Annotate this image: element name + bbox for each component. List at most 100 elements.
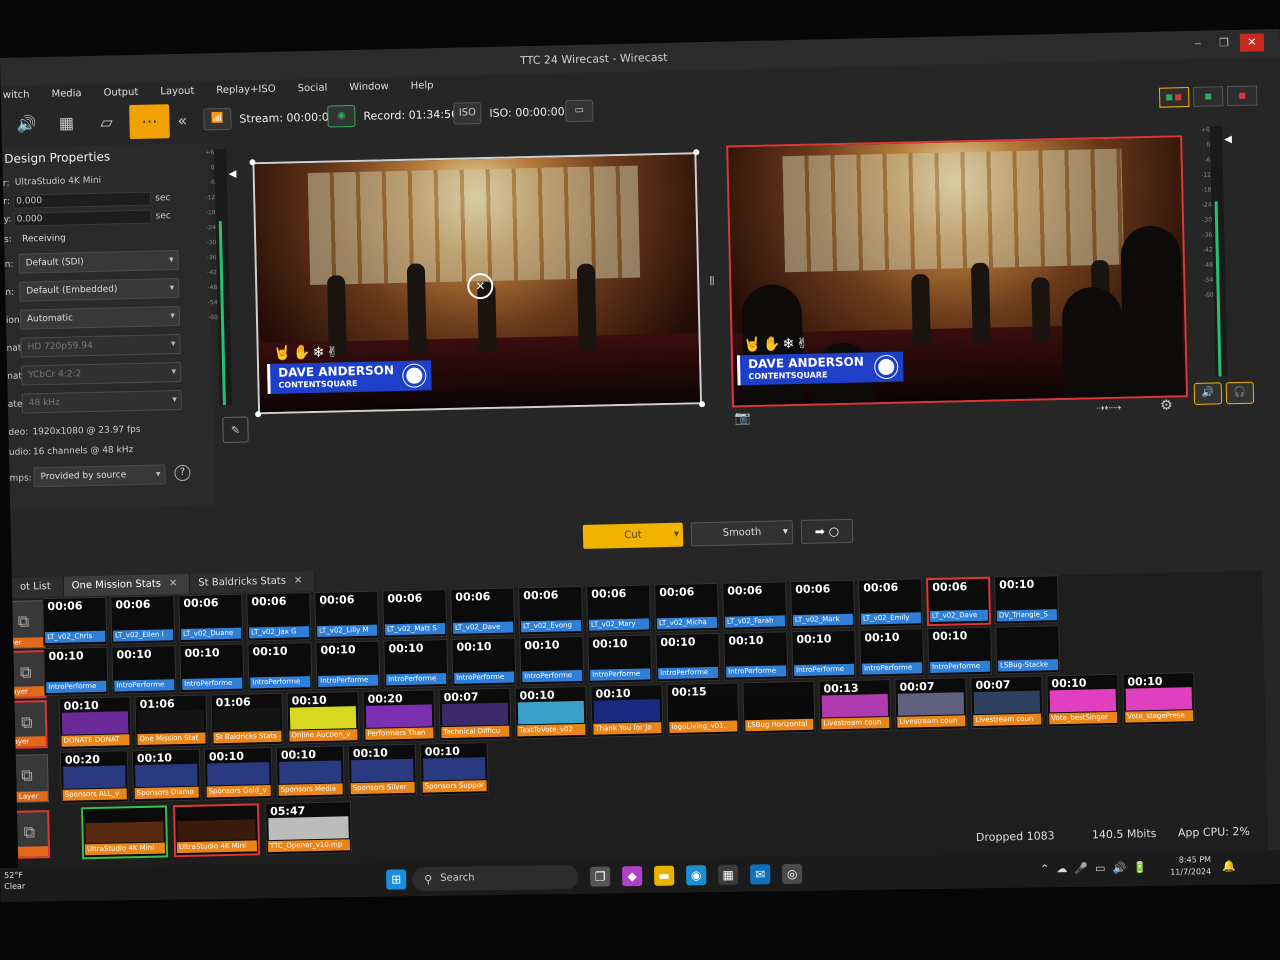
close-tab-icon[interactable]: ✕: [169, 578, 178, 589]
shot-tile[interactable]: 00:10 IntroPerforme: [111, 645, 177, 695]
help-icon[interactable]: ?: [174, 464, 191, 482]
shot-tile[interactable]: 01:06 St Baldricks Stats: [210, 692, 284, 747]
shot-tile[interactable]: 00:20 Performers Than: [362, 689, 436, 743]
shot-tile[interactable]: 00:07 Livestream coun: [894, 677, 968, 731]
shot-tile[interactable]: LSBug Horizontal: [742, 680, 816, 735]
task-view-icon[interactable]: ❐: [590, 866, 611, 887]
shot-tile[interactable]: 00:06 LT_v02_Mary: [586, 584, 652, 634]
resize-handle[interactable]: [698, 401, 706, 408]
transform-icon[interactable]: ▱: [93, 109, 120, 136]
transition-select[interactable]: Smooth: [690, 520, 794, 547]
close-tab-icon[interactable]: ✕: [294, 575, 303, 586]
detection-select[interactable]: Automatic: [19, 305, 181, 330]
menu-layout[interactable]: Layout: [160, 82, 194, 103]
shot-tile[interactable]: 00:06 LT_v02_Micha: [654, 582, 720, 633]
resize-handle[interactable]: [693, 149, 700, 156]
offset-input[interactable]: 0.000: [13, 209, 152, 227]
taskbar-clock[interactable]: 8:45 PM 11/7/2024: [1170, 854, 1211, 879]
shot-tile[interactable]: 00:06 LT_v02_Mark: [790, 579, 856, 630]
shot-tile[interactable]: 00:10 IntroPerforme: [791, 629, 857, 680]
wirecast-app-icon[interactable]: ◎: [782, 863, 803, 885]
shot-tile[interactable]: 00:20 Sponsors ALL_v: [59, 750, 129, 804]
shot-tile[interactable]: 00:10 Sponsors Suppor: [419, 742, 489, 796]
video-format-select[interactable]: HD 720p59.94: [20, 333, 181, 358]
shot-tile[interactable]: 00:06 LT_v02_Evong: [518, 585, 584, 636]
shot-tile[interactable]: 00:10 IntroPerforme: [723, 631, 789, 681]
pixel-format-select[interactable]: YCbCr 4:2:2: [20, 361, 182, 386]
shot-tile[interactable]: 00:07 Livestream coun: [970, 675, 1044, 730]
shot-tile[interactable]: 00:10 Vote_bestSinger: [1046, 673, 1120, 728]
collapse-icon[interactable]: «: [169, 108, 196, 135]
system-tray[interactable]: ⌃☁🎤▭🔊🔋: [1040, 861, 1154, 876]
menu-replay-iso[interactable]: Replay+ISO: [216, 80, 276, 101]
timestamps-select[interactable]: Provided by source: [33, 464, 166, 488]
shot-tile[interactable]: 00:10 Sponsors Media: [275, 745, 345, 799]
menu-switch[interactable]: witch: [3, 85, 30, 106]
outlook-icon[interactable]: ✉: [750, 864, 771, 885]
notification-bell-icon[interactable]: 🔔: [1222, 860, 1236, 873]
more-options-icon[interactable]: ⋯: [129, 104, 170, 140]
layer-toggle[interactable]: ⧉ r Layer: [9, 754, 49, 803]
shot-tile[interactable]: 00:10 IntroPerforme: [519, 635, 585, 686]
tab-shot-list[interactable]: ot List: [11, 576, 64, 598]
shot-tile[interactable]: 00:10 DONATE DONAT: [58, 696, 132, 750]
shot-tile[interactable]: 00:10 IntroPerforme: [587, 634, 653, 684]
shot-tile[interactable]: 00:10 IntroPerforme: [655, 632, 721, 683]
audio-icon[interactable]: 🔊: [13, 111, 40, 138]
audio-sync-icon[interactable]: ⇢⇠⇢: [1096, 403, 1121, 415]
shot-tile[interactable]: 00:10 Sponsors Gold_v: [203, 747, 273, 801]
output-settings-gear-icon[interactable]: ⚙: [1160, 397, 1173, 413]
program-audio-monitor-icon[interactable]: 🔊: [1193, 382, 1223, 405]
layout-dual-button[interactable]: [1158, 87, 1190, 108]
resize-handle[interactable]: [255, 411, 262, 418]
edit-layer-icon[interactable]: ✎: [222, 416, 249, 444]
shot-tile[interactable]: 00:10 Vote_stagePrese: [1122, 672, 1196, 726]
shot-tile[interactable]: 00:10 IntroPerforme: [451, 637, 517, 687]
tab-st-baldricks-stats[interactable]: St Baldricks Stats ✕: [190, 570, 316, 594]
stream-icon[interactable]: 📶: [203, 107, 232, 131]
program-volume-handle-icon[interactable]: ◀: [1224, 134, 1232, 145]
shot-tile[interactable]: 00:06 LT_v02_Dave: [926, 576, 992, 627]
shot-tile[interactable]: 00:06 LT_v02_Duane: [178, 593, 244, 644]
record-icon[interactable]: ◉: [327, 104, 356, 128]
shot-tile[interactable]: 00:06 LT_v02_Chris: [42, 596, 108, 647]
snapshot-camera-icon[interactable]: 📷: [734, 411, 751, 426]
shot-tile[interactable]: 00:15 logoLiving_v01.: [666, 682, 740, 737]
go-button[interactable]: ➡ ○: [800, 518, 854, 544]
edge-icon[interactable]: ◉: [686, 865, 707, 886]
shot-tile[interactable]: 00:10 IntroPerforme: [927, 626, 993, 677]
shot-tile[interactable]: 00:10 IntroPerforme: [383, 639, 449, 689]
restore-button[interactable]: ❐: [1212, 34, 1236, 53]
shot-tile[interactable]: 00:06 LT_v02_Emily: [858, 578, 924, 628]
close-button[interactable]: ✕: [1239, 33, 1265, 52]
cut-button[interactable]: Cut: [582, 522, 684, 549]
preview-pane[interactable]: 🤘✋❄✌ DAVE ANDERSON CONTENTSQUARE ✕: [252, 152, 703, 415]
shot-tile[interactable]: 00:10 Thank You for Jo: [590, 684, 664, 738]
layout-live-button[interactable]: [1226, 85, 1258, 107]
menu-social[interactable]: Social: [297, 79, 328, 100]
minimize-button[interactable]: ‒: [1186, 35, 1210, 54]
preview-volume-handle-icon[interactable]: ◀: [229, 169, 237, 180]
menu-window[interactable]: Window: [349, 77, 389, 98]
shot-tile[interactable]: 00:06 LT_v02_Matt S: [382, 589, 448, 639]
virtual-camera-icon[interactable]: ▭: [565, 99, 594, 123]
shot-tile[interactable]: 00:06 LT_v02_Ellen I: [110, 595, 176, 645]
weather-widget[interactable]: 52°F Clear: [4, 870, 25, 892]
menu-media[interactable]: Media: [51, 84, 81, 105]
audio-input-select[interactable]: Default (Embedded): [19, 277, 180, 302]
resize-handle[interactable]: [249, 159, 256, 166]
shot-tile[interactable]: 00:10 DV_Triangle_S: [994, 575, 1060, 625]
shot-tile[interactable]: 00:10 IntroPerforme: [247, 642, 313, 692]
layer-toggle[interactable]: ⧉ ayer: [8, 700, 48, 749]
file-explorer-icon[interactable]: ▬: [654, 865, 675, 886]
iso-button[interactable]: ISO: [453, 102, 482, 125]
menu-output[interactable]: Output: [103, 83, 138, 104]
shot-tile[interactable]: 00:10 Online Auction_v: [286, 691, 360, 745]
shot-tile[interactable]: 00:07 Technical Difficu: [438, 687, 512, 742]
start-icon[interactable]: ⊞: [386, 869, 407, 890]
shot-tile[interactable]: 00:06 LT_v02_Dave: [450, 587, 516, 637]
shot-tile[interactable]: 00:06 LT_v02_Jax G: [246, 592, 312, 642]
pane-splitter-icon[interactable]: ⦀: [709, 274, 715, 289]
shot-tile[interactable]: 00:10 IntroPerforme: [43, 646, 109, 697]
shot-tile[interactable]: 00:10 IntroPerforme: [179, 643, 245, 694]
